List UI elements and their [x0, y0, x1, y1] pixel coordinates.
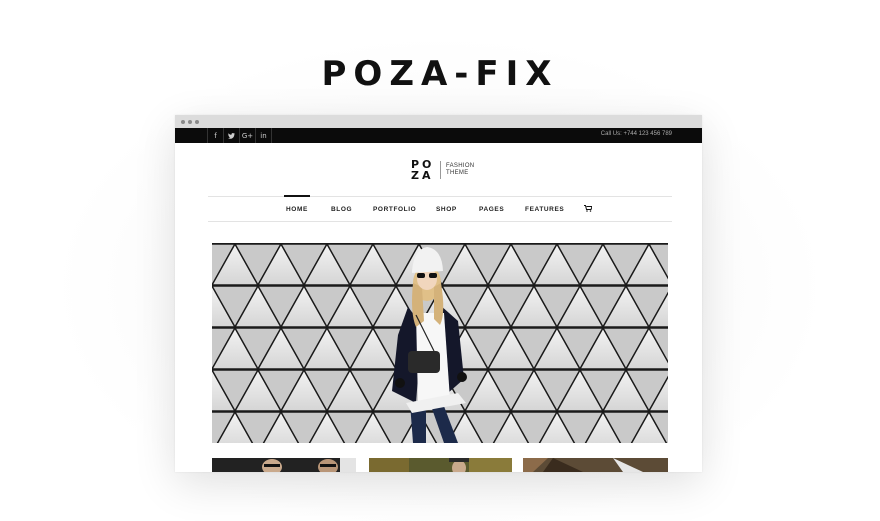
- social-links: f G+ in: [207, 128, 272, 143]
- thumbnail-post-1[interactable]: [212, 458, 356, 472]
- call-us-text: Call Us: +744 123 456 789: [600, 131, 672, 137]
- nav-portfolio[interactable]: PORTFOLIO: [373, 197, 416, 221]
- browser-window: f G+ in Call Us: +744 123 456 789 PO ZA …: [175, 115, 702, 472]
- linkedin-icon[interactable]: in: [256, 128, 272, 143]
- browser-chrome: [175, 115, 702, 128]
- cart-icon[interactable]: [584, 205, 592, 212]
- top-bar: f G+ in Call Us: +744 123 456 789: [175, 128, 702, 143]
- nav-features[interactable]: FEATURES: [525, 197, 564, 221]
- window-dot[interactable]: [181, 119, 185, 124]
- nav-blog[interactable]: BLOG: [331, 197, 352, 221]
- logo-mark: PO ZA: [411, 158, 435, 182]
- site-logo[interactable]: PO ZA FASHION THEME: [411, 159, 474, 181]
- window-dot[interactable]: [188, 119, 192, 124]
- main-navigation: HOME BLOG PORTFOLIO SHOP PAGES FEATURES: [208, 195, 672, 222]
- nav-pages[interactable]: PAGES: [479, 197, 504, 221]
- hero-image[interactable]: [212, 243, 668, 443]
- logo-divider: [440, 161, 441, 179]
- nav-home[interactable]: HOME: [284, 195, 310, 221]
- post-thumbnails: [212, 458, 668, 472]
- nav-shop[interactable]: SHOP: [436, 197, 457, 221]
- facebook-icon[interactable]: f: [208, 128, 224, 143]
- thumbnail-post-3[interactable]: [523, 458, 668, 472]
- twitter-icon[interactable]: [224, 128, 240, 143]
- google-plus-icon[interactable]: G+: [240, 128, 256, 143]
- promo-title: POZA-FIX: [321, 54, 559, 94]
- window-dot[interactable]: [195, 119, 199, 124]
- thumbnail-post-2[interactable]: [369, 458, 512, 472]
- hero-photo: [212, 243, 668, 443]
- logo-tagline: FASHION THEME: [446, 163, 475, 176]
